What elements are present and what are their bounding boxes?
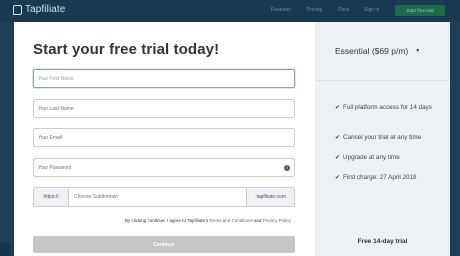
chevron-down-icon: ▼ [415,48,421,54]
signup-card: Start your free trial today! Your First … [14,22,450,256]
terms-notice: By clicking continue, I agree to Tapfili… [125,218,291,223]
continue-button[interactable]: Continue [33,236,295,253]
divider [315,80,450,81]
subdomain-suffix: .tapfiliate.com [246,188,294,206]
plan-selector[interactable]: Essential ($69 p/m) ▼ [335,46,420,56]
feature-text: Upgrade at any time [343,154,400,161]
plan-label: Essential ($69 p/m) [335,46,409,56]
feature-item: ✔ Full platform access for 14 days [335,103,440,113]
subdomain-prefix: https:// [34,188,69,206]
terms-and: and [254,218,262,223]
feature-item: ✔ Cancel your trial at any time [335,133,440,143]
tapfiliate-logo-icon [13,4,22,15]
password-input[interactable]: Your Password i [33,158,295,177]
feature-text: Cancel your trial at any time [343,134,422,141]
feature-item: ✔ Upgrade at any time [335,153,440,163]
subdomain-input[interactable]: Choose Subdomain [69,188,246,206]
free-trial-label: Free 14-day trial [357,238,408,245]
corner-widget[interactable] [0,243,10,256]
feature-text: First charge: 27 April 2018 [343,174,417,181]
nav-item-pricing[interactable]: Pricing [307,7,322,13]
terms-link[interactable]: Terms and Conditions [209,218,253,223]
start-trial-nav-button[interactable]: Start free trial [395,5,445,16]
first-name-input[interactable]: Your First Name [33,69,295,88]
check-icon: ✔ [335,175,341,181]
info-icon[interactable]: i [284,165,290,171]
plan-panel: Essential ($69 p/m) ▼ ✔ Full platform ac… [315,22,450,256]
check-icon: ✔ [335,105,341,111]
top-navigation-bar: Tapfiliate Features Pricing Docs Sign in… [0,0,460,22]
subdomain-field: https:// Choose Subdomain .tapfiliate.co… [33,187,295,207]
check-icon: ✔ [335,135,341,141]
email-input[interactable]: Your Email [33,128,295,147]
check-icon: ✔ [335,155,341,161]
feature-text: Full platform access for 14 days [343,104,432,111]
logo[interactable]: Tapfiliate [13,4,65,15]
privacy-link[interactable]: Privacy Policy [263,218,291,223]
feature-item: ✔ First charge: 27 April 2018 [335,173,440,183]
password-placeholder: Your Password [38,164,72,171]
nav-item-docs[interactable]: Docs [338,7,349,13]
nav-item-features[interactable]: Features [271,7,291,13]
nav-item-sign-in[interactable]: Sign in [364,7,379,13]
terms-text: By clicking continue, I agree to Tapfili… [125,218,209,223]
page-title: Start your free trial today! [33,41,220,58]
last-name-input[interactable]: Your Last Name [33,99,295,118]
logo-text: Tapfiliate [25,4,66,15]
